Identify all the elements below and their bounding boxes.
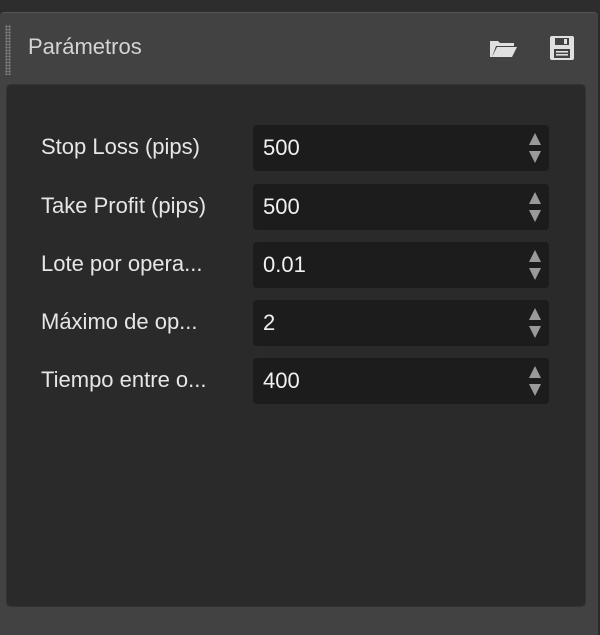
lot-size-spinbox[interactable]: [253, 242, 549, 288]
folder-open-icon[interactable]: [488, 35, 518, 61]
param-row-take-profit: Take Profit (pips): [7, 184, 585, 230]
take-profit-input[interactable]: [263, 194, 503, 220]
spin-arrows: [527, 248, 543, 282]
param-label: Máximo de op...: [41, 309, 198, 334]
floppy-save-icon[interactable]: [547, 35, 577, 61]
parameters-window: Parámetros Stop Loss (pips) 500 Take Pro…: [0, 12, 598, 635]
param-label: Lote por opera...: [41, 251, 203, 276]
param-label: Stop Loss (pips): [41, 134, 200, 159]
increment-arrow-icon[interactable]: [529, 366, 541, 378]
spin-arrows: [527, 131, 543, 165]
increment-arrow-icon[interactable]: [529, 250, 541, 262]
lot-size-input[interactable]: [263, 252, 503, 278]
decrement-arrow-icon[interactable]: [529, 384, 541, 396]
top-strip: [0, 0, 600, 12]
param-row-time-between: Tiempo entre o...: [7, 358, 585, 404]
param-label: Take Profit (pips): [41, 193, 207, 218]
param-row-stop-loss: Stop Loss (pips): [7, 125, 585, 171]
stop-loss-input[interactable]: [263, 135, 503, 161]
time-between-input[interactable]: [263, 368, 503, 394]
param-label: Tiempo entre o...: [41, 367, 207, 392]
spin-arrows: [527, 190, 543, 224]
param-row-max-operations: Máximo de op...: [7, 300, 585, 346]
increment-arrow-icon[interactable]: [529, 133, 541, 145]
window-title: Parámetros: [28, 34, 142, 59]
param-row-lot-size: Lote por opera...: [7, 242, 585, 288]
spin-arrows: [527, 306, 543, 340]
increment-arrow-icon[interactable]: [529, 192, 541, 204]
max-operations-spinbox[interactable]: [253, 300, 549, 346]
decrement-arrow-icon[interactable]: [529, 326, 541, 338]
drag-grip-icon[interactable]: [5, 25, 11, 75]
stop-loss-spinbox[interactable]: [253, 125, 549, 171]
decrement-arrow-icon[interactable]: [529, 268, 541, 280]
window-titlebar[interactable]: Parámetros: [0, 13, 598, 83]
increment-arrow-icon[interactable]: [529, 308, 541, 320]
max-operations-input[interactable]: [263, 310, 503, 336]
decrement-arrow-icon[interactable]: [529, 210, 541, 222]
spin-arrows: [527, 364, 543, 398]
decrement-arrow-icon[interactable]: [529, 151, 541, 163]
time-between-spinbox[interactable]: [253, 358, 549, 404]
take-profit-spinbox[interactable]: [253, 184, 549, 230]
parameters-panel: Stop Loss (pips) Take Profit (pips) Lote: [6, 84, 586, 607]
